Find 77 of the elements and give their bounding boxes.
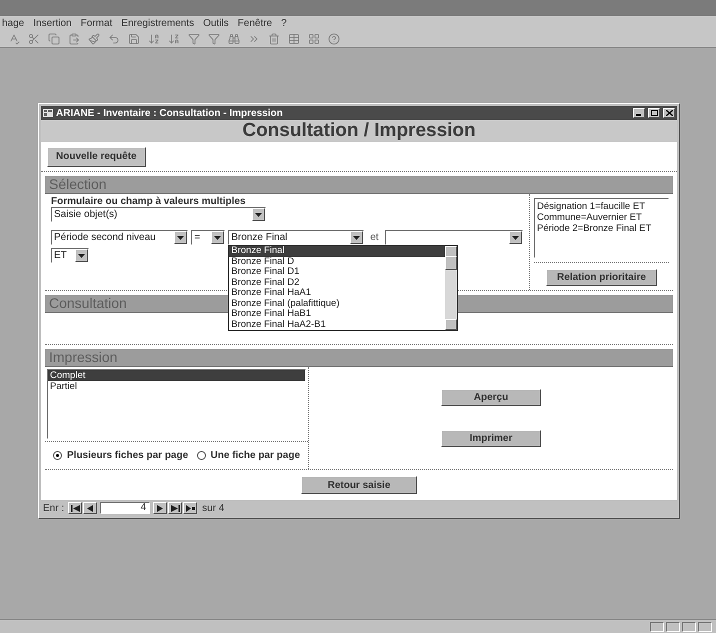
app-icon (43, 109, 53, 117)
paste-icon[interactable] (68, 32, 80, 44)
dropdown-option[interactable]: Bronze Final D2 (229, 278, 446, 288)
menu-item[interactable]: Enregistrements (121, 16, 194, 30)
status-panel (666, 622, 680, 632)
list-item[interactable]: Complet (48, 370, 305, 381)
record-nav-button[interactable] (183, 502, 198, 514)
section-header: Impression (45, 349, 673, 367)
combo-box[interactable] (384, 230, 523, 245)
spellcheck-icon[interactable] (8, 32, 20, 44)
dropdown-option[interactable]: Bronze Final HaA2-B1 (229, 320, 446, 330)
menu-item[interactable]: Format (80, 16, 112, 30)
record-nav-button[interactable] (83, 502, 98, 514)
record-nav-button[interactable] (153, 502, 168, 514)
dropdown-option[interactable]: Bronze Final (229, 246, 446, 256)
sort-descending-icon[interactable] (168, 32, 180, 44)
undo-icon[interactable] (108, 32, 120, 44)
radio-label: Plusieurs fiches par page (67, 449, 188, 463)
scissors-icon[interactable] (28, 32, 40, 44)
radio-button[interactable] (53, 451, 62, 460)
record-number-field[interactable]: 4 (100, 502, 150, 514)
menu-item[interactable]: Outils (203, 16, 229, 30)
close-icon[interactable] (663, 108, 675, 118)
new-record-icon (186, 504, 195, 512)
minimize-icon[interactable] (633, 108, 645, 118)
and-label: et (369, 231, 380, 245)
record-nav-button[interactable] (168, 502, 182, 514)
first-record-icon (70, 504, 80, 512)
combo-box[interactable]: Période second niveau (51, 230, 188, 245)
last-record-icon (170, 504, 180, 512)
priority-button[interactable]: Relation prioritaire (546, 269, 657, 286)
radio-label: Une fiche par page (210, 449, 300, 463)
status-panel (682, 622, 696, 632)
back-button[interactable]: Retour saisie (301, 476, 417, 494)
dropdown-option[interactable]: Bronze Final D1 (229, 267, 446, 278)
maximize-icon[interactable] (648, 108, 660, 118)
record-nav-button[interactable] (68, 502, 82, 514)
list-item[interactable]: Partiel (48, 381, 305, 392)
filter-icon[interactable] (188, 32, 200, 44)
combo-box[interactable]: = (191, 230, 226, 245)
window-title: ARIANE - Inventaire : Consultation - Impression (56, 106, 284, 120)
page-heading: Consultation / Impression (41, 120, 677, 142)
previous-arrow-icon (86, 504, 95, 512)
combo-box[interactable]: Bronze Final (228, 230, 364, 245)
print-action-button[interactable]: Aperçu (441, 389, 541, 406)
section-header: Sélection (45, 176, 673, 194)
filter-icon[interactable] (208, 32, 220, 44)
combo-box[interactable]: ET (51, 248, 89, 263)
next-arrow-icon (156, 504, 165, 512)
scrollbar[interactable] (445, 246, 458, 330)
radio-button[interactable] (196, 451, 206, 460)
field-label: Formulaire ou champ à valeurs multiples (51, 196, 247, 207)
menu-item[interactable]: Insertion (33, 16, 72, 30)
new-query-button[interactable]: Nouvelle requête (47, 146, 146, 166)
menu-item[interactable]: Fenêtre (238, 16, 272, 30)
menu-item[interactable]: ? (281, 16, 287, 30)
dropdown-option[interactable]: Bronze Final (palafittique) (229, 298, 446, 309)
paintbrush-icon[interactable] (88, 32, 100, 44)
help-icon[interactable] (328, 32, 340, 44)
print-action-button[interactable]: Imprimer (441, 430, 541, 447)
table-icon[interactable] (288, 32, 300, 44)
criteria-line: Désignation 1=faucille ET (537, 201, 646, 212)
dropdown-option[interactable]: Bronze Final D (229, 256, 446, 267)
grid-icon[interactable] (308, 32, 320, 44)
criteria-line: Période 2=Bronze Final ET (537, 223, 652, 234)
record-label: Enr : (43, 502, 64, 516)
record-total: sur 4 (202, 502, 224, 516)
combo-box[interactable]: Saisie objet(s) (51, 207, 266, 222)
menu-item[interactable]: hage (2, 16, 24, 30)
save-icon[interactable] (128, 32, 140, 44)
sort-ascending-icon[interactable] (148, 32, 160, 44)
binoculars-icon[interactable] (228, 32, 240, 44)
criteria-line: Commune=Auvernier ET (537, 212, 643, 223)
status-panel (698, 622, 712, 632)
copy-icon[interactable] (48, 32, 60, 44)
status-panel (650, 622, 664, 632)
trash-icon[interactable] (268, 32, 280, 44)
